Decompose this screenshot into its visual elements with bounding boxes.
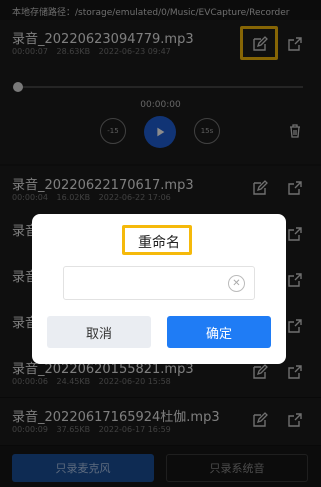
confirm-button[interactable]: 确定 (167, 316, 271, 348)
recorder-screen: 本地存储路径：/storage/emulated/0/Music/EVCaptu… (0, 0, 321, 487)
dialog-title-highlight (122, 225, 192, 255)
cancel-button[interactable]: 取消 (47, 316, 151, 348)
rename-input[interactable] (63, 266, 255, 300)
clear-icon[interactable]: ✕ (228, 275, 245, 292)
